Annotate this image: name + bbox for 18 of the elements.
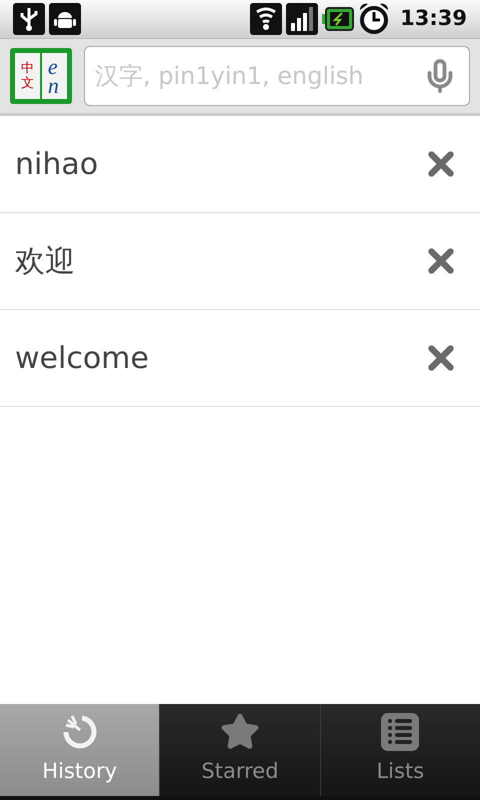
tab[interactable]: Lists xyxy=(320,704,480,796)
logo-chinese-text: 中文 xyxy=(21,61,34,91)
android-icon xyxy=(49,3,81,35)
list-icon xyxy=(380,712,420,752)
tab[interactable]: Starred xyxy=(159,704,320,796)
signal-icon xyxy=(286,3,318,35)
history-row[interactable]: nihao xyxy=(0,116,480,213)
status-time: 13:39 xyxy=(400,5,467,32)
wifi-icon xyxy=(250,3,282,35)
alarm-clock-icon xyxy=(358,2,390,36)
usb-icon xyxy=(13,3,45,35)
history-word: 欢迎 xyxy=(15,242,76,280)
history-word: nihao xyxy=(15,146,100,184)
history-word: welcome xyxy=(15,340,150,378)
history-row[interactable]: welcome xyxy=(0,310,480,407)
logo-english-text: en xyxy=(48,57,60,95)
battery-icon xyxy=(322,7,354,31)
history-row[interactable]: 欢迎 xyxy=(0,213,480,310)
